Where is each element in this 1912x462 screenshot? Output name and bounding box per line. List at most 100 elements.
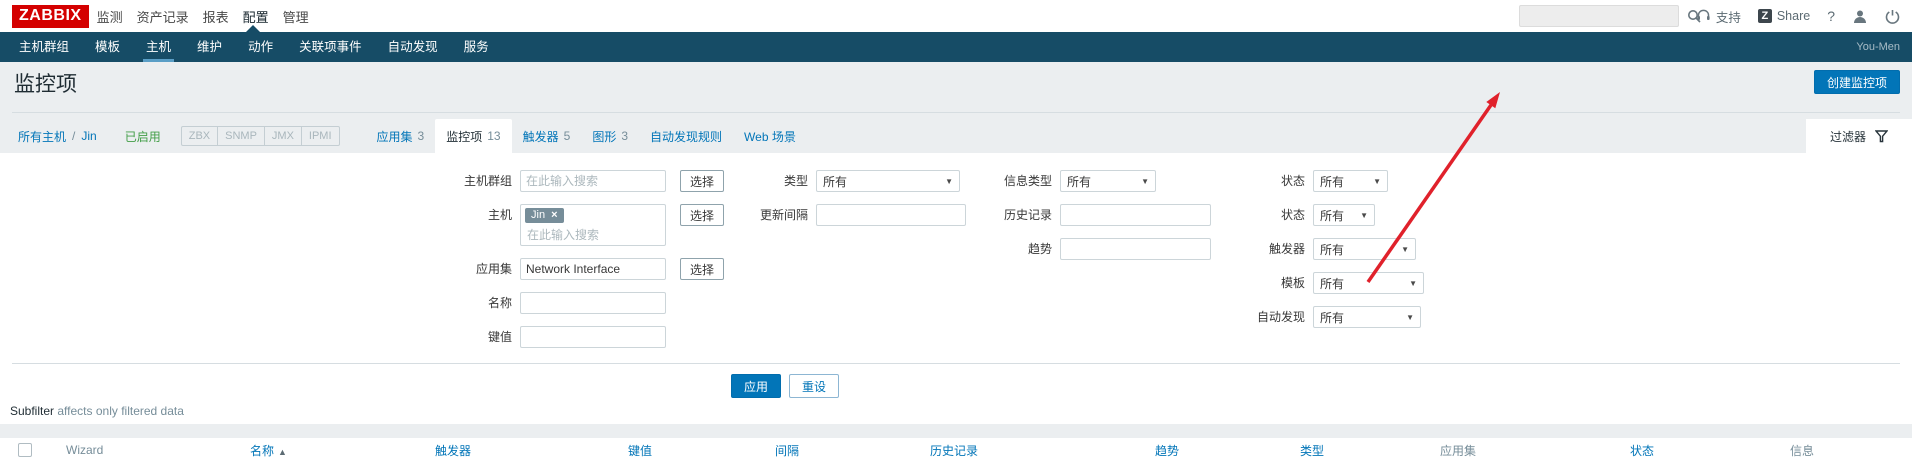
host-chip[interactable]: Jin × <box>525 208 564 223</box>
host-status-badge[interactable]: 已启用 <box>125 128 161 145</box>
title-divider <box>12 112 1900 113</box>
type-label: 类型 <box>783 174 808 188</box>
status-select[interactable]: 所有 ▼ <box>1313 204 1375 226</box>
status-select-value: 所有 <box>1320 208 1345 223</box>
filter-column-2: 类型 所有 ▼ 更新间隔 <box>700 170 966 238</box>
filter-panel: 主机群组 选择 主机 Jin × 在此输入搜索 选择 应用集 选择 名称 <box>0 153 1912 424</box>
host-group-input[interactable] <box>520 170 666 192</box>
host-search-placeholder[interactable]: 在此输入搜索 <box>525 223 661 243</box>
zabbix-logo[interactable]: ZABBIX <box>12 4 89 28</box>
template-select-value: 所有 <box>1320 276 1345 291</box>
state-select[interactable]: 所有 ▼ <box>1313 170 1388 192</box>
trends-label: 趋势 <box>1027 242 1052 256</box>
column-header-name[interactable]: 名称 ▲ <box>250 442 435 459</box>
tab-items[interactable]: 监控项 13 <box>435 119 512 153</box>
breadcrumb-all-hosts[interactable]: 所有主机 <box>18 128 66 145</box>
reset-button[interactable]: 重设 <box>789 374 840 398</box>
application-input[interactable] <box>520 258 666 280</box>
search-box[interactable] <box>1518 5 1701 27</box>
zabbix-share-icon: Z <box>1757 9 1772 23</box>
ipmi-badge: IPMI <box>300 127 339 145</box>
page-title: 监控项 <box>14 73 77 96</box>
filter-funnel-icon <box>1875 129 1888 143</box>
logout-icon[interactable] <box>1885 9 1900 24</box>
column-header-triggers[interactable]: 触发器 <box>435 442 628 459</box>
column-header-trends[interactable]: 趋势 <box>1155 442 1300 459</box>
filter-buttons-row: 应用 重设 <box>340 374 1230 398</box>
tab-triggers[interactable]: 触发器 5 <box>512 119 582 153</box>
top-bar-right: 支持 Z Share ? <box>1518 5 1900 27</box>
filter-row-template: 模板 所有 ▼ <box>1180 272 1424 294</box>
apply-button[interactable]: 应用 <box>730 374 781 398</box>
top-bar: ZABBIX 监测 资产记录 报表 配置 管理 支持 Z Share ? <box>0 0 1912 32</box>
application-select-button[interactable]: 选择 <box>680 258 725 280</box>
column-header-interval[interactable]: 间隔 <box>775 442 930 459</box>
share-link[interactable]: Z Share <box>1757 9 1810 23</box>
nav-discovery[interactable]: 自动发现 <box>375 32 451 62</box>
chevron-down-icon: ▼ <box>1141 176 1149 186</box>
help-icon[interactable]: ? <box>1827 8 1835 24</box>
top-menu-monitoring[interactable]: 监测 <box>97 5 123 28</box>
info-type-select[interactable]: 所有 ▼ <box>1060 170 1156 192</box>
filter-tab[interactable]: 过滤器 <box>1806 119 1912 153</box>
column-header-applications: 应用集 <box>1440 443 1477 458</box>
column-header-key[interactable]: 键值 <box>628 442 775 459</box>
nav-hosts[interactable]: 主机 <box>133 32 184 62</box>
state-select-value: 所有 <box>1320 174 1345 189</box>
filter-tab-label: 过滤器 <box>1829 129 1866 144</box>
host-multiselect[interactable]: Jin × 在此输入搜索 <box>520 204 666 246</box>
key-input[interactable] <box>520 326 666 348</box>
triggers-select-value: 所有 <box>1320 242 1345 257</box>
tab-graphs[interactable]: 图形 3 <box>581 119 639 153</box>
filter-row-status: 状态 所有 ▼ <box>1180 204 1424 226</box>
subfilter-description: affects only filtered data <box>57 404 184 418</box>
name-input[interactable] <box>520 292 666 314</box>
nav-services[interactable]: 服务 <box>451 32 502 62</box>
support-link[interactable]: 支持 <box>1696 7 1741 26</box>
zbx-badge: ZBX <box>188 130 211 142</box>
filter-row-trends: 趋势 <box>940 238 1211 260</box>
tab-web-scenarios[interactable]: Web 场景 <box>733 119 807 153</box>
top-menu-inventory[interactable]: 资产记录 <box>137 5 189 28</box>
triggers-label: 触发器 <box>1268 242 1305 256</box>
discovery-select[interactable]: 所有 ▼ <box>1313 306 1421 328</box>
nav-templates[interactable]: 模板 <box>82 32 133 62</box>
nav-host-groups[interactable]: 主机群组 <box>6 32 82 62</box>
subfilter-title: Subfilter <box>10 404 55 418</box>
nav-event-correlation[interactable]: 关联项事件 <box>286 32 375 62</box>
tab-applications[interactable]: 应用集 3 <box>366 119 436 153</box>
entity-tabs: 应用集 3 监控项 13 触发器 5 图形 3 自动发现规则 Web 场景 <box>366 119 807 153</box>
column-header-type[interactable]: 类型 <box>1300 442 1440 459</box>
column-header-history[interactable]: 历史记录 <box>930 442 1155 459</box>
discovery-label: 自动发现 <box>1256 310 1305 324</box>
top-menu-reports[interactable]: 报表 <box>203 5 229 28</box>
filter-row-host: 主机 Jin × 在此输入搜索 选择 <box>340 204 725 246</box>
chevron-down-icon: ▼ <box>1360 210 1368 220</box>
select-all-checkbox[interactable] <box>18 443 32 457</box>
nav-maintenance[interactable]: 维护 <box>184 32 235 62</box>
chevron-down-icon: ▼ <box>1409 278 1417 288</box>
chevron-down-icon: ▼ <box>1373 176 1381 186</box>
column-header-status[interactable]: 状态 <box>1630 442 1790 459</box>
tab-discovery-rules[interactable]: 自动发现规则 <box>639 119 733 153</box>
user-profile-icon[interactable] <box>1852 9 1868 24</box>
create-item-button[interactable]: 创建监控项 <box>1813 70 1900 94</box>
remove-host-icon[interactable]: × <box>551 209 557 221</box>
support-label: 支持 <box>1715 10 1741 25</box>
filter-row-info-type: 信息类型 所有 ▼ <box>940 170 1211 192</box>
breadcrumb-host[interactable]: Jin <box>81 129 96 143</box>
filter-column-3: 信息类型 所有 ▼ 历史记录 趋势 <box>940 170 1211 272</box>
application-label: 应用集 <box>475 262 512 276</box>
top-menu-administration[interactable]: 管理 <box>283 5 309 28</box>
type-select[interactable]: 所有 ▼ <box>816 170 960 192</box>
nav-actions[interactable]: 动作 <box>235 32 286 62</box>
snmp-badge: SNMP <box>217 127 264 145</box>
state-label: 状态 <box>1280 174 1305 188</box>
filter-row-key: 键值 <box>340 326 724 348</box>
search-input[interactable] <box>1519 9 1687 23</box>
triggers-select[interactable]: 所有 ▼ <box>1313 238 1416 260</box>
subfilter-note: Subfilter affects only filtered data <box>10 404 184 418</box>
template-select[interactable]: 所有 ▼ <box>1313 272 1424 294</box>
interface-availability-badges: ZBX SNMP JMX IPMI <box>180 126 340 146</box>
select-all-cell <box>0 443 66 457</box>
